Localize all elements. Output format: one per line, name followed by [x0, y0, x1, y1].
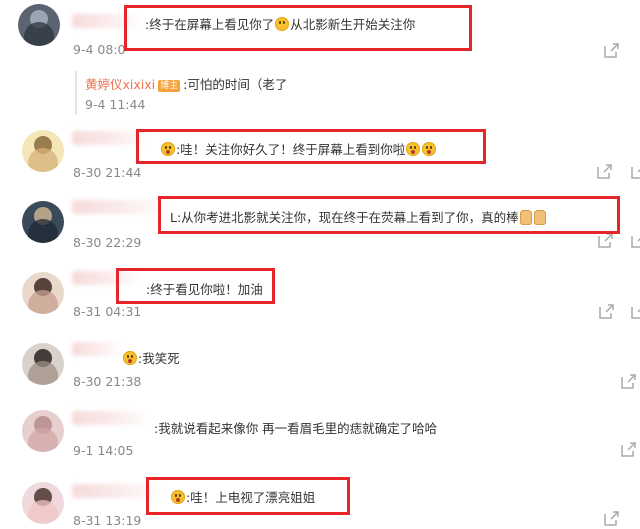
share-icon[interactable]: [603, 42, 620, 59]
share-icon[interactable]: [598, 303, 615, 320]
avatar[interactable]: [22, 272, 64, 314]
username-blurred[interactable]: [72, 484, 162, 498]
emoji-icon: [275, 17, 290, 31]
comment-text: :终于在屏幕上看见你了 从北影新生开始关注你: [145, 17, 416, 32]
comment-time: 9-1 14:05: [73, 443, 134, 458]
comment-time: 8-30 21:44: [73, 165, 142, 180]
username-blurred[interactable]: [72, 342, 122, 356]
avatar[interactable]: [18, 4, 60, 46]
emoji-icon: [422, 142, 437, 156]
share-icon[interactable]: [630, 232, 640, 249]
comment-time: 8-31 04:31: [73, 304, 142, 319]
share-icon[interactable]: [630, 163, 640, 180]
comment-time: 9-4 08:0: [73, 42, 126, 57]
comment-text: :我就说看起来像你 再一看眉毛里的痣就确定了哈哈: [154, 421, 438, 436]
emoji-icon: [171, 490, 185, 504]
share-icon[interactable]: [620, 441, 637, 458]
comment-text: :哇！关注你好久了！终于屏幕上看到你啦: [160, 139, 437, 158]
share-icon[interactable]: [597, 232, 614, 249]
username-blurred[interactable]: [72, 14, 142, 28]
emoji-icon: [406, 142, 421, 156]
share-icon[interactable]: [596, 163, 613, 180]
share-icon[interactable]: [603, 510, 620, 527]
username-blurred[interactable]: [72, 271, 142, 285]
comment-time: 8-31 13:19: [73, 513, 142, 528]
thumbs-up-icon: [519, 210, 532, 225]
avatar[interactable]: [22, 130, 64, 172]
reply-text: 黄婷仪xixixi 博主:可怕的时间（老了: [85, 77, 288, 92]
thumbs-up-icon: [533, 210, 546, 225]
reply-divider: [75, 71, 77, 115]
comment-time: 8-30 22:29: [73, 235, 142, 250]
reply-author[interactable]: 黄婷仪xixixi: [85, 77, 155, 92]
author-badge: 博主: [158, 80, 181, 92]
comment-text: :终于看见你啦！加油: [146, 282, 263, 297]
emoji-icon: [123, 351, 137, 365]
comment-text: L:从你考进北影就关注你，现在终于在荧幕上看到了你，真的棒: [170, 207, 547, 226]
share-icon[interactable]: [620, 373, 637, 390]
avatar[interactable]: [22, 343, 64, 385]
avatar[interactable]: [22, 410, 64, 452]
reply-time: 9-4 11:44: [85, 97, 146, 112]
share-icon[interactable]: [630, 303, 640, 320]
comment-time: 8-30 21:38: [73, 374, 142, 389]
avatar[interactable]: [22, 482, 64, 524]
avatar[interactable]: [22, 201, 64, 243]
username-blurred[interactable]: [72, 411, 152, 425]
emoji-icon: [161, 142, 175, 156]
comment-text: :我笑死: [122, 348, 180, 367]
username-blurred[interactable]: [72, 200, 167, 214]
username-blurred[interactable]: [72, 131, 152, 145]
comment-text: :哇！上电视了漂亮姐姐: [170, 487, 315, 506]
